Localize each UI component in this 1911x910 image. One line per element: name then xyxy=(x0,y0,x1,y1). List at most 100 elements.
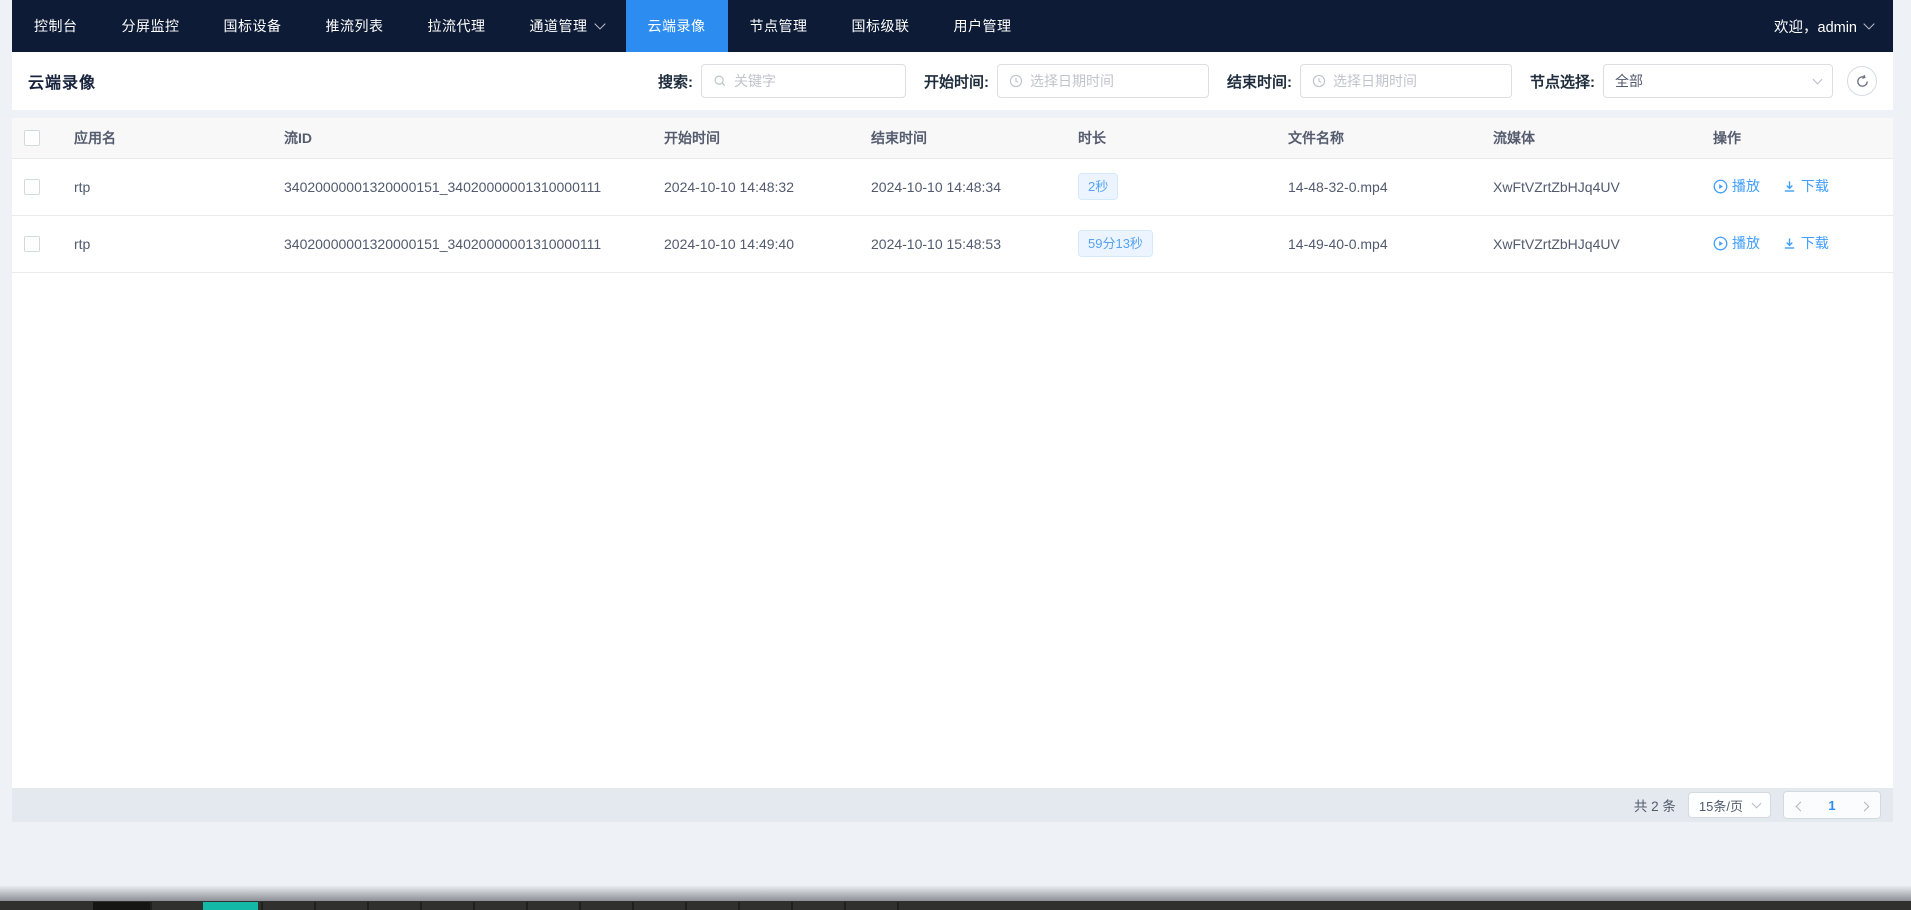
refresh-button[interactable] xyxy=(1847,66,1877,96)
taskbar-divider xyxy=(632,902,634,910)
header-stream-id: 流ID xyxy=(272,118,652,158)
cell-end-time: 2024-10-10 15:48:53 xyxy=(859,215,1066,272)
nav-tab-分屏监控[interactable]: 分屏监控 xyxy=(100,0,202,52)
nav-tab-节点管理[interactable]: 节点管理 xyxy=(728,0,830,52)
download-button[interactable]: 下载 xyxy=(1782,176,1829,196)
taskbar-divider xyxy=(150,902,152,910)
nav-tab-推流列表[interactable]: 推流列表 xyxy=(304,0,406,52)
refresh-icon xyxy=(1855,74,1870,89)
cell-app-name: rtp xyxy=(62,215,272,272)
start-time-placeholder: 选择日期时间 xyxy=(1030,71,1114,91)
node-select-label: 节点选择: xyxy=(1530,71,1595,92)
cell-stream-id: 34020000001320000151_3402000000131000011… xyxy=(272,158,652,215)
duration-badge: 2秒 xyxy=(1078,173,1118,200)
header-app-name: 应用名 xyxy=(62,118,272,158)
taskbar-divider xyxy=(897,902,899,910)
node-select[interactable]: 全部 xyxy=(1603,64,1833,98)
chevron-down-icon xyxy=(594,18,605,29)
prev-page-button[interactable] xyxy=(1784,798,1816,813)
end-time-placeholder: 选择日期时间 xyxy=(1333,71,1417,91)
taskbar-divider xyxy=(685,902,687,910)
play-label: 播放 xyxy=(1732,176,1760,196)
nav-tab-label: 云端录像 xyxy=(648,16,706,36)
pager: 1 xyxy=(1783,791,1881,819)
cell-file-name: 14-49-40-0.mp4 xyxy=(1276,215,1481,272)
header-actions: 操作 xyxy=(1701,118,1893,158)
page-size-select[interactable]: 15条/页 xyxy=(1688,792,1771,818)
header-end-time: 结束时间 xyxy=(859,118,1066,158)
cell-start-time: 2024-10-10 14:49:40 xyxy=(652,215,859,272)
taskbar-divider xyxy=(261,902,263,910)
current-page[interactable]: 1 xyxy=(1816,798,1848,813)
app-window: 控制台 分屏监控 国标设备 推流列表 拉流代理 通道管理 云端录像 节点管理 国… xyxy=(12,0,1893,822)
nav-tab-label: 节点管理 xyxy=(750,16,808,36)
play-button[interactable]: 播放 xyxy=(1713,176,1760,196)
nav-tabs: 控制台 分屏监控 国标设备 推流列表 拉流代理 通道管理 云端录像 节点管理 国… xyxy=(12,0,1034,52)
row-checkbox[interactable] xyxy=(24,236,40,252)
total-count: 共 2 条 xyxy=(1634,795,1676,815)
table-row: rtp 34020000001320000151_340200000013100… xyxy=(12,215,1893,272)
top-navbar: 控制台 分屏监控 国标设备 推流列表 拉流代理 通道管理 云端录像 节点管理 国… xyxy=(12,0,1893,52)
next-page-button[interactable] xyxy=(1848,798,1880,813)
cell-end-time: 2024-10-10 14:48:34 xyxy=(859,158,1066,215)
nav-tab-label: 控制台 xyxy=(34,16,78,36)
cell-start-time: 2024-10-10 14:48:32 xyxy=(652,158,859,215)
header-duration: 时长 xyxy=(1066,118,1276,158)
download-label: 下载 xyxy=(1801,176,1829,196)
nav-tab-label: 拉流代理 xyxy=(428,16,486,36)
nav-tab-国标设备[interactable]: 国标设备 xyxy=(202,0,304,52)
taskbar-divider xyxy=(738,902,740,910)
nav-tab-label: 用户管理 xyxy=(954,16,1012,36)
search-label: 搜索: xyxy=(658,71,693,92)
chevron-down-icon xyxy=(1813,75,1823,85)
nav-tab-控制台[interactable]: 控制台 xyxy=(12,0,100,52)
nav-tab-label: 推流列表 xyxy=(326,16,384,36)
taskbar-divider xyxy=(579,902,581,910)
cell-stream-id: 34020000001320000151_3402000000131000011… xyxy=(272,215,652,272)
nav-tab-云端录像[interactable]: 云端录像 xyxy=(626,0,728,52)
chevron-down-icon xyxy=(1863,18,1874,29)
download-icon xyxy=(1782,179,1797,194)
clock-icon xyxy=(1312,74,1326,88)
pagination-bar: 共 2 条 15条/页 1 xyxy=(12,788,1893,822)
taskbar-divider xyxy=(526,902,528,910)
duration-badge: 59分13秒 xyxy=(1078,230,1153,257)
taskbar-divider xyxy=(473,902,475,910)
start-time-picker[interactable]: 选择日期时间 xyxy=(997,64,1209,98)
nav-tab-国标级联[interactable]: 国标级联 xyxy=(830,0,932,52)
cell-media-server: XwFtVZrtZbHJq4UV xyxy=(1481,215,1701,272)
node-select-value: 全部 xyxy=(1615,71,1807,91)
nav-tab-通道管理[interactable]: 通道管理 xyxy=(508,0,626,52)
page-size-value: 15条/页 xyxy=(1699,796,1743,815)
end-time-picker[interactable]: 选择日期时间 xyxy=(1300,64,1512,98)
nav-tab-用户管理[interactable]: 用户管理 xyxy=(932,0,1034,52)
chevron-right-icon xyxy=(1859,801,1869,811)
end-time-label: 结束时间: xyxy=(1227,71,1292,92)
chevron-left-icon xyxy=(1795,801,1805,811)
header-start-time: 开始时间 xyxy=(652,118,859,158)
taskbar-strip xyxy=(0,901,1911,910)
search-input[interactable]: 关键字 xyxy=(701,64,906,98)
select-all-checkbox[interactable] xyxy=(24,130,40,146)
row-checkbox[interactable] xyxy=(24,179,40,195)
download-button[interactable]: 下载 xyxy=(1782,233,1829,253)
taskbar-divider xyxy=(367,902,369,910)
nav-tab-label: 分屏监控 xyxy=(122,16,180,36)
toolbar: 云端录像 搜索: 关键字 开始时间: 选择日期时间 结束时间: xyxy=(12,52,1893,110)
table-header-row: 应用名 流ID 开始时间 结束时间 时长 文件名称 流媒体 操作 xyxy=(12,118,1893,158)
page-title: 云端录像 xyxy=(28,69,96,93)
cell-media-server: XwFtVZrtZbHJq4UV xyxy=(1481,158,1701,215)
header-file-name: 文件名称 xyxy=(1276,118,1481,158)
taskbar-active-segment xyxy=(203,902,258,910)
records-tbody: rtp 34020000001320000151_340200000013100… xyxy=(12,158,1893,272)
chevron-down-icon xyxy=(1752,799,1762,809)
clock-icon xyxy=(1009,74,1023,88)
cell-app-name: rtp xyxy=(62,158,272,215)
nav-tab-label: 国标级联 xyxy=(852,16,910,36)
nav-tab-拉流代理[interactable]: 拉流代理 xyxy=(406,0,508,52)
play-button[interactable]: 播放 xyxy=(1713,233,1760,253)
header-media-server: 流媒体 xyxy=(1481,118,1701,158)
user-menu[interactable]: 欢迎，admin xyxy=(1774,0,1893,52)
play-circle-icon xyxy=(1713,179,1728,194)
taskbar-divider xyxy=(314,902,316,910)
